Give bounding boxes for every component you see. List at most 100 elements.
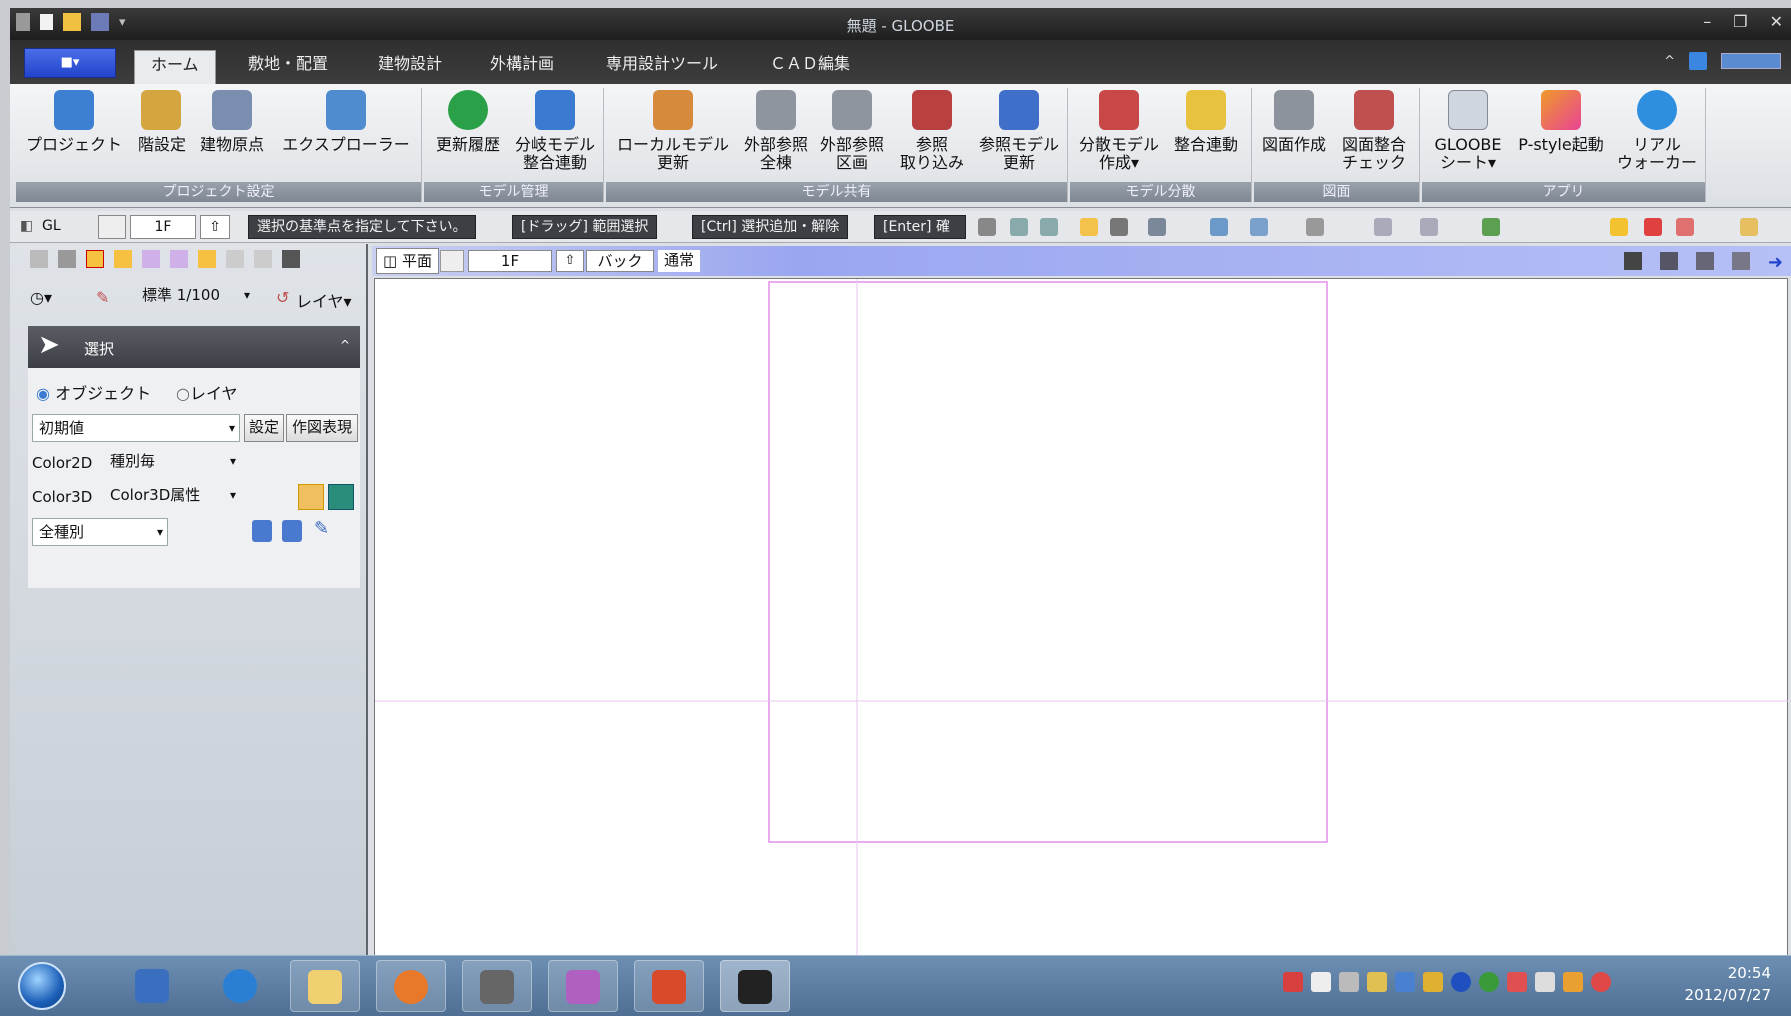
view-icon[interactable] xyxy=(1250,218,1268,236)
tray-help-icon[interactable] xyxy=(1451,972,1471,992)
taskbar-explorer[interactable] xyxy=(290,960,360,1012)
tray-icon-1[interactable] xyxy=(1283,972,1303,992)
view-elevation-icon[interactable] xyxy=(1659,252,1678,270)
view-floor-up-button[interactable]: ⇧ xyxy=(556,250,584,272)
kind-select[interactable]: 全種別 xyxy=(32,518,168,546)
normal-mode-label[interactable]: 通常 xyxy=(658,250,701,272)
restore-icon[interactable]: ❐ xyxy=(1733,12,1747,31)
tab-tools[interactable]: 専用設計ツール xyxy=(606,50,718,80)
pointer-icon[interactable] xyxy=(1110,218,1128,236)
taskbar-gloobe[interactable] xyxy=(720,960,790,1012)
snap-cross-icon[interactable] xyxy=(86,250,104,268)
real-walker-button[interactable]: リアル ウォーカー xyxy=(1612,90,1702,172)
system-clock[interactable]: 20:54 2012/07/27 xyxy=(1685,962,1771,1006)
collapse-ribbon-icon[interactable]: ^ xyxy=(1664,54,1675,69)
tool-8-icon[interactable] xyxy=(226,250,244,268)
drawing-create-button[interactable]: 図面作成 xyxy=(1258,90,1330,154)
tray-icon-2[interactable] xyxy=(1311,972,1331,992)
view-3d-icon[interactable] xyxy=(1731,252,1750,270)
tray-volume-icon[interactable] xyxy=(1591,972,1611,992)
grid-icon[interactable] xyxy=(198,250,216,268)
gl-toggle-button[interactable] xyxy=(98,215,126,239)
person-remove-icon[interactable] xyxy=(282,520,302,542)
measure-icon[interactable] xyxy=(1306,218,1324,236)
tray-flag-icon[interactable] xyxy=(1507,972,1527,992)
split-vertical-icon[interactable] xyxy=(1010,218,1028,236)
edit-pen-icon[interactable]: ✎ xyxy=(314,518,329,539)
local-model-button[interactable]: ローカルモデル 更新 xyxy=(612,90,734,172)
dist-create-button[interactable]: 分散モデル 作成▾ xyxy=(1076,90,1162,172)
file-menu-button[interactable]: ■▾ xyxy=(24,48,116,78)
branch-model-button[interactable]: 分岐モデル 整合連動 xyxy=(510,90,600,172)
move-icon[interactable] xyxy=(1148,218,1166,236)
draw-expression-button[interactable]: 作図表現 xyxy=(286,414,358,442)
building-origin-button[interactable]: 建物原点 xyxy=(196,90,268,154)
light-icon[interactable] xyxy=(298,484,324,510)
taskbar-media[interactable] xyxy=(376,960,446,1012)
preset-select[interactable]: 初期値 xyxy=(32,414,240,442)
pen-icon[interactable]: ✎ xyxy=(96,288,109,307)
view-save-icon[interactable] xyxy=(1623,252,1642,270)
taskbar-app-a[interactable] xyxy=(462,960,532,1012)
undo-icon[interactable] xyxy=(1374,218,1392,236)
extref-area-button[interactable]: 外部参照 区画 xyxy=(816,90,888,172)
ref-import-button[interactable]: 参照 取り込み xyxy=(896,90,968,172)
snap-diagonal-icon[interactable] xyxy=(170,250,188,268)
tool-9-icon[interactable] xyxy=(254,250,272,268)
radio-object[interactable]: ◉ オブジェクト xyxy=(36,380,151,404)
history-button[interactable]: 更新履歴 xyxy=(432,90,504,154)
layout-icon[interactable] xyxy=(282,250,300,268)
drawing-canvas[interactable] xyxy=(374,278,1789,959)
ref-update-button[interactable]: 参照モデル 更新 xyxy=(976,90,1062,172)
split-horizontal-icon[interactable] xyxy=(1040,218,1058,236)
render-icon[interactable] xyxy=(328,484,354,510)
redo-icon[interactable] xyxy=(1420,218,1438,236)
tab-building[interactable]: 建物設計 xyxy=(378,50,442,80)
orbit-icon[interactable] xyxy=(1676,218,1694,236)
tray-icon-3[interactable] xyxy=(1339,972,1359,992)
help-icon[interactable] xyxy=(1689,52,1707,70)
view-lock-button[interactable] xyxy=(440,250,464,272)
select-tool-icon[interactable] xyxy=(1080,218,1098,236)
filter-icon[interactable] xyxy=(1210,218,1228,236)
paint-icon[interactable] xyxy=(1482,218,1500,236)
snap-line-icon[interactable] xyxy=(142,250,160,268)
tray-signal-icon[interactable] xyxy=(1563,972,1583,992)
taskbar-powerpoint[interactable] xyxy=(634,960,704,1012)
color3d-select[interactable]: Color3D属性 xyxy=(104,484,240,510)
view-floor-field[interactable]: 1F xyxy=(468,250,552,272)
tray-icon-5[interactable] xyxy=(1395,972,1415,992)
lightbulb-icon[interactable] xyxy=(1610,218,1628,236)
person-add-icon[interactable] xyxy=(252,520,272,542)
drawing-check-button[interactable]: 図面整合 チェック xyxy=(1334,90,1414,172)
taskbar-ie[interactable] xyxy=(206,960,276,1012)
gloobe-sheet-button[interactable]: GLOOBE シート▾ xyxy=(1428,90,1508,172)
floor-field[interactable]: 1F xyxy=(130,215,196,239)
snap-icon[interactable]: ◧ xyxy=(20,215,33,239)
tab-home[interactable]: ホーム xyxy=(134,50,216,84)
floor-up-button[interactable]: ⇧ xyxy=(200,215,230,239)
back-button[interactable]: バック xyxy=(586,250,654,272)
view-plan-tab[interactable]: ◫ 平面 xyxy=(376,248,439,274)
tray-icon-6[interactable] xyxy=(1423,972,1443,992)
taskbar-network-app[interactable] xyxy=(118,960,188,1012)
tab-cad[interactable]: ＣＡＤ編集 xyxy=(770,50,850,80)
view-section-icon[interactable] xyxy=(1695,252,1714,270)
tab-site[interactable]: 敷地・配置 xyxy=(248,50,328,80)
settings-gear-icon[interactable] xyxy=(978,218,996,236)
sync-button[interactable]: 整合連動 xyxy=(1166,90,1246,154)
tray-network-icon[interactable] xyxy=(1479,972,1499,992)
tool-1-icon[interactable] xyxy=(30,250,48,268)
floor-setting-button[interactable]: 階設定 xyxy=(138,90,186,154)
tray-device-icon[interactable] xyxy=(1535,972,1555,992)
start-button[interactable] xyxy=(18,962,66,1010)
scale-select[interactable]: 標準 1/100 xyxy=(136,284,254,306)
extra-tool-icon[interactable] xyxy=(1740,218,1758,236)
setting-button[interactable]: 設定 xyxy=(244,414,284,442)
pstyle-button[interactable]: P-style起動 xyxy=(1514,90,1608,154)
radio-layer[interactable]: ○レイヤ xyxy=(176,380,238,404)
collapse-panel-icon[interactable]: ^ xyxy=(340,338,350,352)
view-next-icon[interactable]: ➜ xyxy=(1768,252,1783,273)
rotate-icon[interactable]: ◷▾ xyxy=(30,288,52,307)
taskbar-app-b[interactable] xyxy=(548,960,618,1012)
